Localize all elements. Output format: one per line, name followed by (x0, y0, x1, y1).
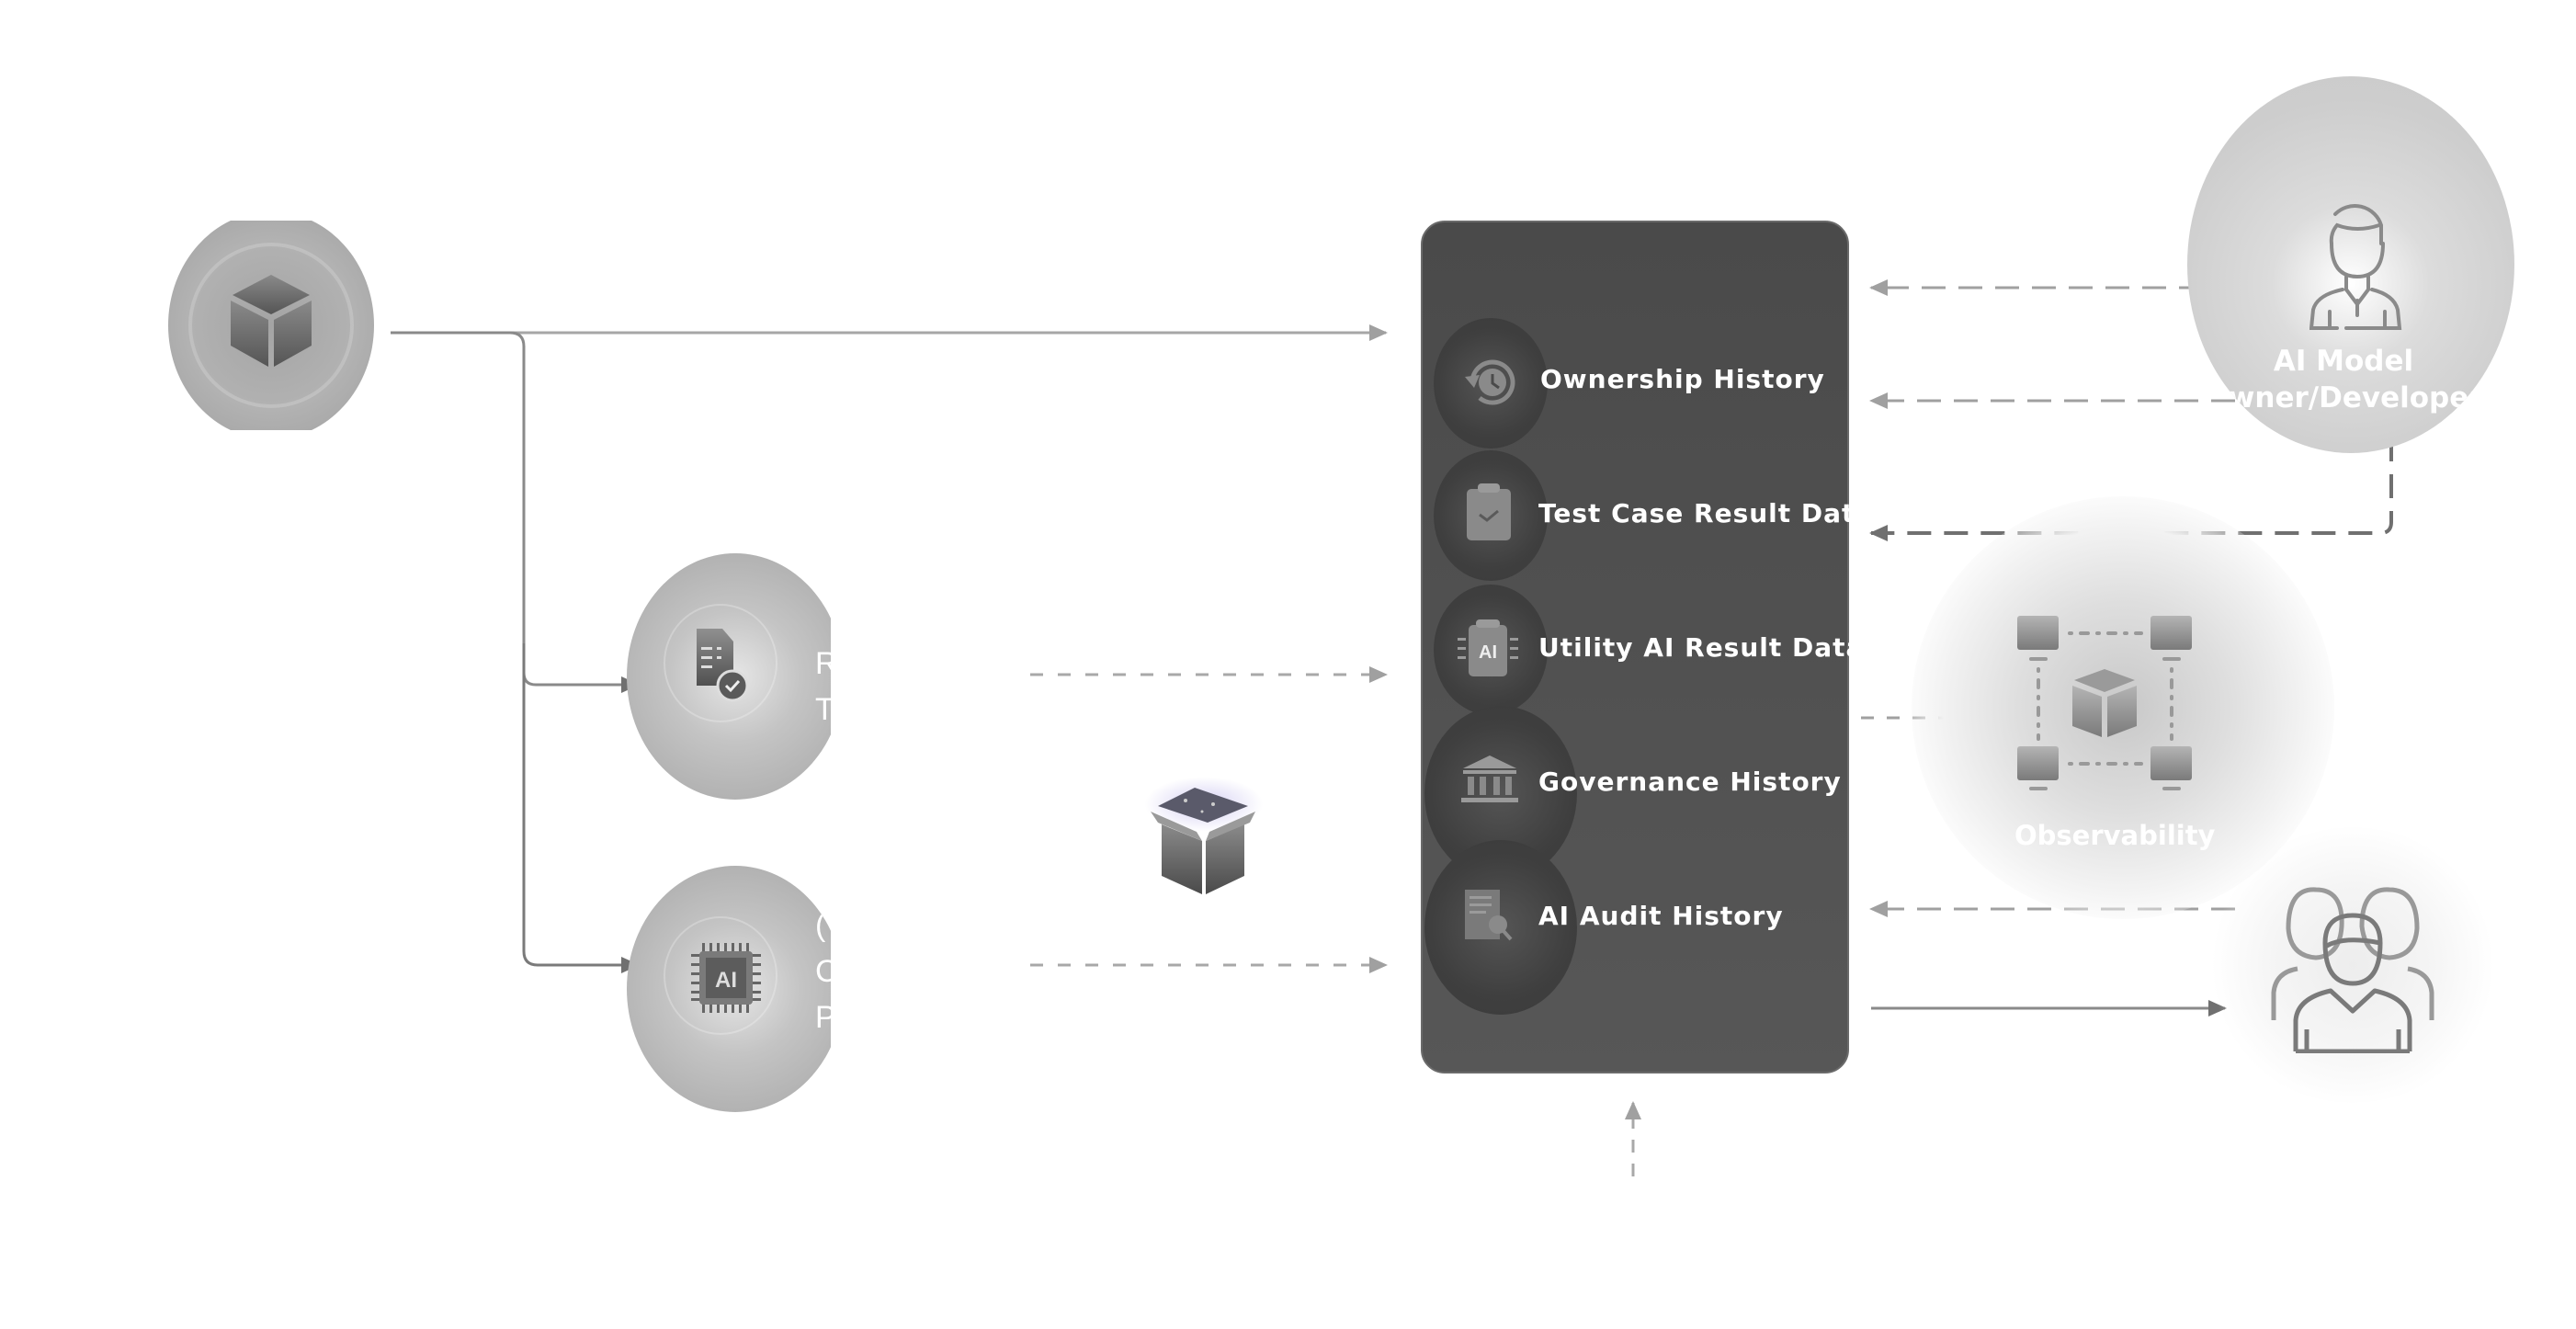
ai-node-label-line: C (815, 954, 831, 989)
observability-label: Observability (2014, 820, 2216, 851)
owner-label-line2: Owner/Developer (2204, 381, 2483, 415)
history-clock-icon (1465, 359, 1515, 405)
ai-node[interactable]: AI ( C P (627, 866, 831, 1112)
test-node-label-line: T (815, 692, 831, 727)
panel-item-label: Test Case Result Data (1538, 498, 1874, 528)
ai-node-label-line: P (815, 1000, 831, 1035)
test-data-node[interactable]: R T (627, 553, 831, 800)
source-node[interactable] (168, 221, 374, 430)
source-branch-line (391, 331, 640, 693)
source-branch-line-2 (522, 643, 640, 973)
test-node-label-line: R (815, 646, 831, 681)
observability-node[interactable]: Observability (2003, 607, 2224, 864)
panel-item-label: Governance History (1538, 767, 1842, 797)
network-cube-icon (2017, 616, 2192, 790)
svg-text:AI: AI (1479, 642, 1497, 663)
ai-node-label-line: ( (815, 908, 826, 943)
bank-icon (1461, 755, 1518, 802)
cube-icon (231, 275, 312, 367)
panel-item-label: Ownership History (1540, 364, 1825, 394)
panel-item-label: Utility AI Result Data (1538, 632, 1865, 663)
person-icon (2309, 204, 2402, 330)
panel-item-label: AI Audit History (1538, 901, 1784, 931)
ai-clipboard-icon: AI (1458, 619, 1518, 676)
svg-text:AI: AI (715, 968, 737, 993)
document-check-icon (697, 629, 749, 702)
ai-model-owner-node[interactable]: AI Model Owner/Developer (2187, 76, 2514, 453)
ai-chip-icon: AI (691, 943, 761, 1013)
open-box-icon (1151, 788, 1255, 894)
ai-record-panel: Ownership History Test Case Result Data … (1421, 221, 1872, 1073)
users-group-icon[interactable] (2270, 882, 2435, 1053)
clipboard-check-icon (1467, 483, 1511, 540)
owner-label-line1: AI Model (2273, 345, 2414, 378)
audit-document-icon (1465, 890, 1513, 941)
